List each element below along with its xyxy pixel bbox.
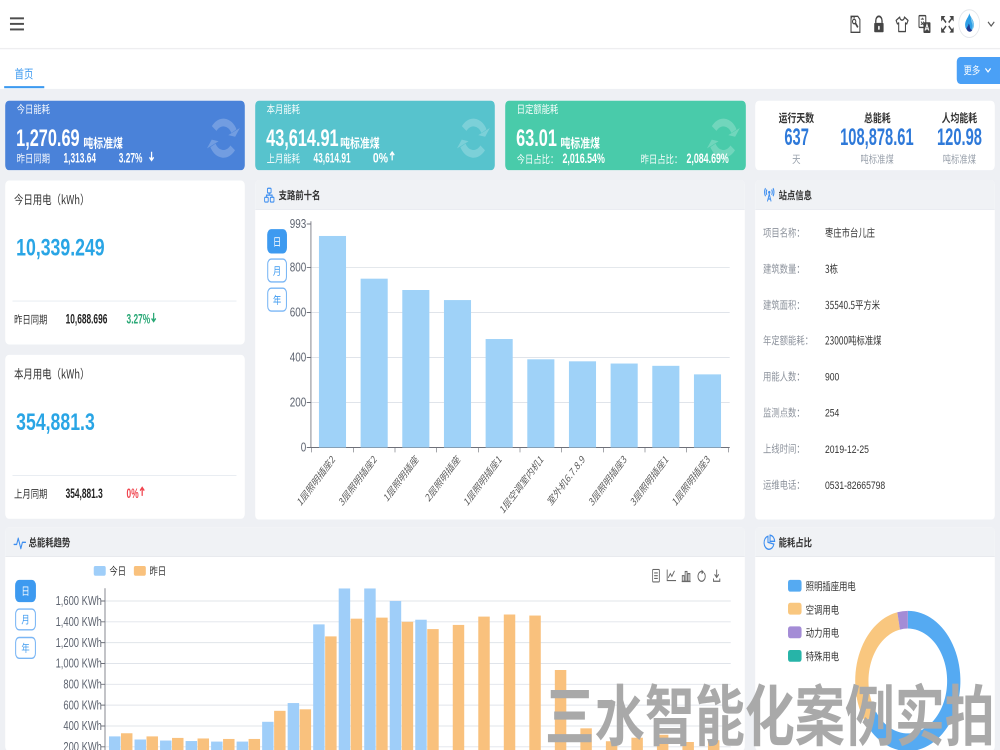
svg-text:400 KWh: 400 KWh <box>63 720 102 734</box>
svg-text:600: 600 <box>290 305 307 320</box>
svg-text:200: 200 <box>290 395 307 410</box>
svg-text:400: 400 <box>290 350 307 365</box>
svg-text:800 KWh: 800 KWh <box>63 678 102 692</box>
svg-text:600 KWh: 600 KWh <box>63 699 102 713</box>
svg-text:1,600 KWh: 1,600 KWh <box>56 595 102 609</box>
svg-text:1,200 KWh: 1,200 KWh <box>56 637 102 651</box>
svg-text:800: 800 <box>290 260 307 275</box>
svg-text:1,000 KWh: 1,000 KWh <box>56 657 102 671</box>
svg-text:1,400 KWh: 1,400 KWh <box>56 616 102 630</box>
svg-text:993: 993 <box>290 217 307 232</box>
svg-text:0: 0 <box>301 440 307 455</box>
svg-text:200 KWh: 200 KWh <box>63 741 102 750</box>
